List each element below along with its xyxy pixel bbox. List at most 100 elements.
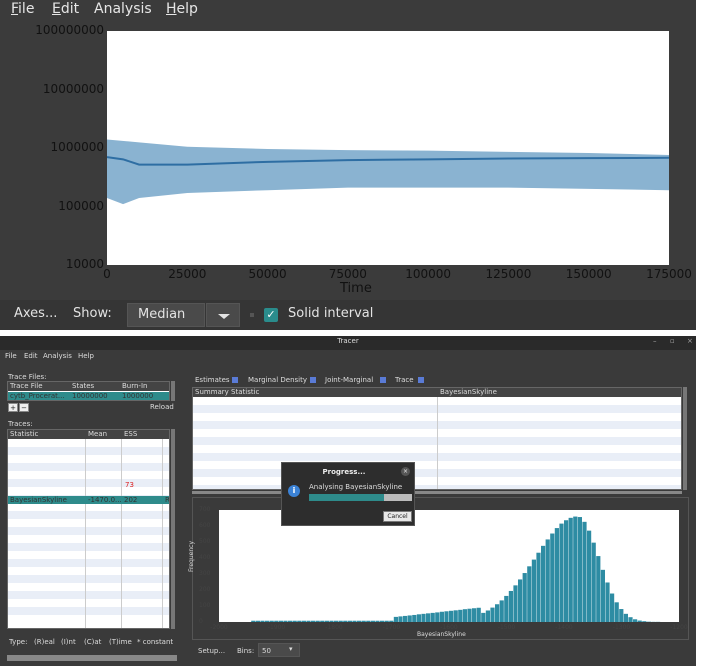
table-row[interactable]	[8, 543, 169, 551]
tab-joint-marginal[interactable]: Joint-Marginal	[325, 376, 373, 384]
setup-button[interactable]: Setup...	[198, 647, 225, 655]
bins-label: Bins:	[237, 647, 255, 655]
col-trace-file[interactable]: Trace File	[10, 382, 43, 390]
table-row[interactable]	[8, 527, 169, 535]
tab-marginal-density[interactable]: Marginal Density	[248, 376, 307, 384]
col-mean[interactable]: Mean	[88, 430, 107, 438]
add-file-button[interactable]: +	[8, 403, 18, 412]
summary-table[interactable]: Summary Statistic BayesianSkyline	[192, 387, 682, 490]
histogram-bar	[444, 611, 449, 622]
x-tick-label: 0	[103, 267, 111, 281]
histogram-bar	[361, 620, 366, 622]
x-tick-label: 100000	[405, 267, 452, 281]
trace-files-label: Trace Files:	[8, 373, 47, 381]
table-row[interactable]	[8, 551, 169, 559]
table-row[interactable]	[8, 439, 169, 447]
show-dropdown-button[interactable]	[206, 303, 240, 327]
splitter[interactable]	[192, 491, 682, 494]
histogram-bar	[605, 582, 610, 622]
show-select[interactable]: Median	[127, 303, 205, 327]
col-bayesian-skyline[interactable]: BayesianSkyline	[440, 388, 497, 396]
table-row[interactable]	[8, 447, 169, 455]
col-burn-in[interactable]: Burn-In	[122, 382, 147, 390]
table-row[interactable]	[8, 599, 169, 607]
table-row[interactable]	[8, 575, 169, 583]
table-row[interactable]	[8, 455, 169, 463]
type-real-button[interactable]: (R)eal	[34, 638, 55, 646]
table-row[interactable]	[8, 519, 169, 527]
solid-interval-checkbox[interactable]: ✓	[264, 308, 278, 322]
bins-select[interactable]: 50 ▾	[258, 643, 300, 657]
histogram-bar	[301, 620, 306, 622]
x-tick-label: -1200	[670, 624, 688, 631]
col-states[interactable]: States	[72, 382, 94, 390]
table-row[interactable]	[8, 535, 169, 543]
trace-files-table[interactable]: Trace File States Burn-In cytb_Procerat.…	[7, 381, 170, 401]
table-row[interactable]	[8, 487, 169, 495]
trace-row-selected[interactable]: BayesianSkyline -1470.0... 202 R	[8, 496, 169, 504]
y-tick-label: 400	[199, 554, 211, 561]
histogram-bar	[628, 617, 633, 622]
x-tick-label: 125000	[485, 267, 532, 281]
histogram-bar	[458, 609, 463, 622]
menu-file[interactable]: File	[5, 352, 17, 360]
histogram-bar	[375, 620, 380, 622]
menu-analysis[interactable]: Analysis	[43, 352, 72, 360]
col-ess[interactable]: ESS	[124, 430, 137, 438]
axes-button[interactable]: Axes...	[14, 306, 57, 321]
type-cat-button[interactable]: (C)at	[84, 638, 101, 646]
table-row[interactable]	[8, 503, 169, 511]
type-label: Type:	[9, 638, 28, 646]
remove-file-button[interactable]: −	[19, 403, 29, 412]
close-icon[interactable]: ×	[401, 467, 410, 476]
x-tick-label: -1500	[497, 624, 516, 631]
table-row[interactable]	[8, 471, 169, 479]
histogram-bar	[269, 620, 274, 622]
estimates-icon	[232, 377, 238, 383]
table-row[interactable]	[8, 479, 169, 487]
y-tick-label: 100	[199, 602, 211, 609]
close-icon[interactable]: ×	[687, 337, 693, 345]
histogram-bar	[380, 620, 385, 622]
x-tick-label: -1400	[555, 624, 573, 631]
histogram-bar	[596, 556, 601, 622]
table-row[interactable]	[8, 607, 169, 615]
menu-help[interactable]: Help	[78, 352, 94, 360]
traces-scrollbar[interactable]	[171, 429, 175, 629]
traces-table[interactable]: Statistic Mean ESS 73 BayesianSkyline -1…	[7, 429, 170, 629]
tab-estimates[interactable]: Estimates	[195, 376, 230, 384]
y-tick-label: 700	[199, 506, 211, 513]
table-row[interactable]	[8, 463, 169, 471]
tab-trace[interactable]: Trace	[395, 376, 414, 384]
type-time-button[interactable]: (T)ime	[109, 638, 132, 646]
histogram-bar	[278, 620, 283, 622]
summary-scrollbar[interactable]	[683, 387, 687, 490]
menu-edit[interactable]: Edit	[24, 352, 38, 360]
minimize-icon[interactable]: –	[653, 337, 657, 345]
traces-label: Traces:	[8, 420, 33, 428]
col-statistic[interactable]: Statistic	[10, 430, 38, 438]
histogram-bar	[531, 559, 536, 622]
histogram-bar	[495, 604, 500, 622]
table-row[interactable]	[8, 583, 169, 591]
histogram-bar	[292, 620, 297, 622]
column-divider	[121, 439, 122, 628]
menu-help[interactable]: Help	[166, 0, 198, 18]
col-summary-statistic[interactable]: Summary Statistic	[195, 388, 259, 396]
horizontal-scrollbar[interactable]	[7, 655, 177, 661]
histogram-bar	[370, 620, 375, 622]
table-row[interactable]	[8, 615, 169, 623]
trace-files-scrollbar[interactable]	[171, 381, 175, 401]
cancel-button[interactable]: Cancel	[383, 511, 412, 522]
table-row[interactable]	[8, 591, 169, 599]
type-int-button[interactable]: (I)nt	[61, 638, 76, 646]
table-row[interactable]	[8, 511, 169, 519]
trace-file-row[interactable]: cytb_Procerat... 10000000 1000000	[8, 392, 169, 400]
table-row[interactable]	[8, 559, 169, 567]
table-row[interactable]	[8, 567, 169, 575]
reload-button[interactable]: Reload	[150, 403, 174, 411]
maximize-icon[interactable]: ▫	[670, 337, 675, 345]
histogram-bar	[614, 602, 619, 622]
y-axis: 100000000 10000000 1000000 100000 10000	[0, 0, 104, 280]
histogram-bar	[485, 610, 490, 622]
